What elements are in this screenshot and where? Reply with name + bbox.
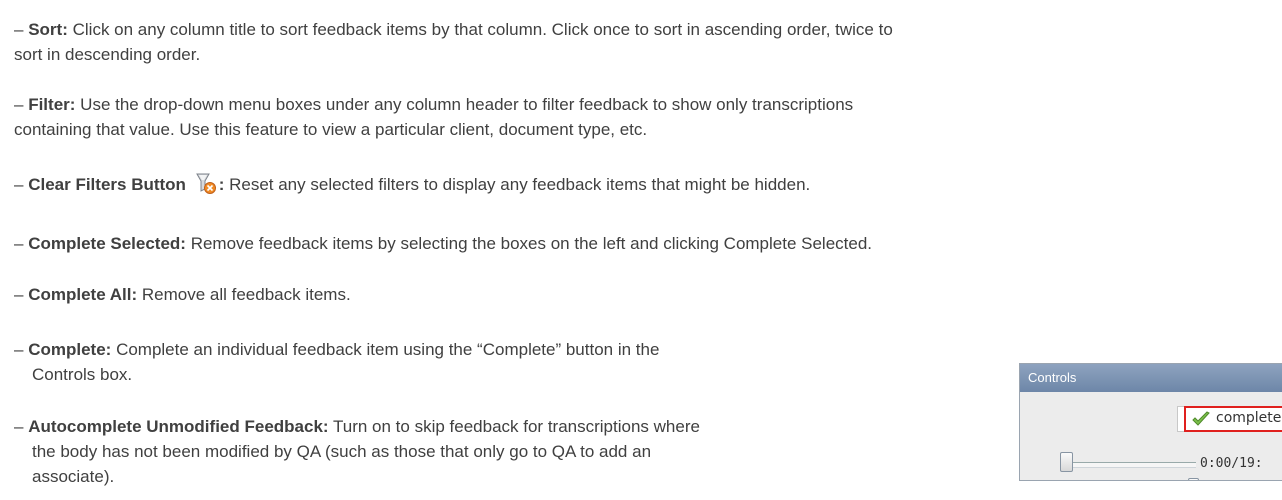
checkmark-icon xyxy=(1192,411,1210,427)
bullet-term: Complete: xyxy=(28,340,112,359)
bullet-dash: – xyxy=(14,20,24,39)
skip-start-icon[interactable] xyxy=(1064,480,1078,481)
bullet-sort: – Sort: Click on any column title to sor… xyxy=(14,17,893,67)
bullet-dash: – xyxy=(14,175,24,194)
bullet-clear-filters: – Clear Filters Button : Reset any selec… xyxy=(14,172,810,197)
bullet-description: Click on any column title to sort feedba… xyxy=(72,20,893,39)
volume-thumb[interactable] xyxy=(1188,478,1199,480)
bullet-description: Reset any selected filters to display an… xyxy=(229,175,811,194)
bullet-dash: – xyxy=(14,417,24,436)
bullet-autocomplete: – Autocomplete Unmodified Feedback: Turn… xyxy=(14,414,700,489)
complete-button[interactable]: complete xyxy=(1177,406,1282,432)
bullet-dash: – xyxy=(14,95,24,114)
bullet-description: Use the drop-down menu boxes under any c… xyxy=(80,95,854,114)
complete-button-label: complete xyxy=(1216,410,1282,426)
bullet-dash: – xyxy=(14,285,24,304)
bullet-complete-selected: – Complete Selected: Remove feedback ite… xyxy=(14,231,872,256)
bullet-term: Clear Filters Button xyxy=(28,175,186,194)
bullet-term: Filter: xyxy=(28,95,76,114)
playback-time: 0:00/19: xyxy=(1200,456,1263,471)
bullet-term: Autocomplete Unmodified Feedback: xyxy=(28,417,329,436)
bullet-description: Turn on to skip feedback for transcripti… xyxy=(333,417,700,436)
bullet-term: Complete Selected: xyxy=(28,234,186,253)
bullet-term-colon: : xyxy=(218,175,225,194)
bullet-filter: – Filter: Use the drop-down menu boxes u… xyxy=(14,92,853,142)
bullet-complete-all: – Complete All: Remove all feedback item… xyxy=(14,282,351,307)
bullet-term: Complete All: xyxy=(28,285,138,304)
skip-end-icon[interactable] xyxy=(1152,480,1166,481)
rewind-icon[interactable] xyxy=(1086,480,1100,481)
bullet-continuation: associate). xyxy=(32,467,115,486)
bullet-complete: – Complete: Complete an individual feedb… xyxy=(14,337,659,387)
bullet-description: Remove all feedback items. xyxy=(141,285,351,304)
bullet-continuation: sort in descending order. xyxy=(14,45,201,64)
bullet-dash: – xyxy=(14,234,24,253)
bullet-term: Sort: xyxy=(28,20,68,39)
bullet-continuation: the body has not been modified by QA (su… xyxy=(32,442,652,461)
playback-position-track[interactable] xyxy=(1066,462,1196,468)
fast-forward-icon[interactable] xyxy=(1130,480,1144,481)
bullet-dash: – xyxy=(14,340,24,359)
bullet-continuation: Controls box. xyxy=(32,365,133,384)
clear-filters-icon xyxy=(195,172,217,196)
bullet-description: Complete an individual feedback item usi… xyxy=(116,340,660,359)
bullet-continuation: containing that value. Use this feature … xyxy=(14,120,648,139)
play-icon[interactable] xyxy=(1108,480,1122,481)
controls-panel-title: Controls xyxy=(1020,364,1282,392)
bullet-description: Remove feedback items by selecting the b… xyxy=(190,234,873,253)
controls-panel: Controls complete 0:00/19: xyxy=(1019,363,1282,481)
playback-position-thumb[interactable] xyxy=(1060,452,1073,472)
